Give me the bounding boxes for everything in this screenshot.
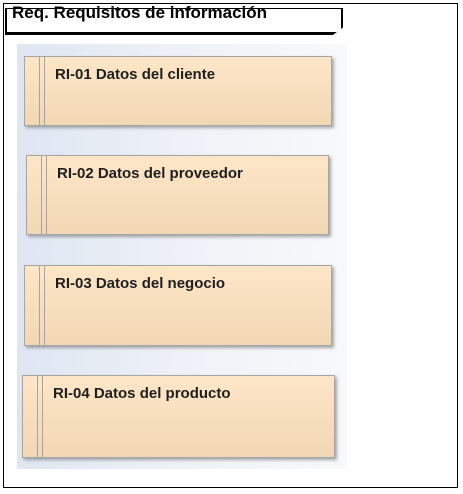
requirement-label: RI-04 Datos del producto xyxy=(53,385,231,402)
requirement-stripe xyxy=(44,57,45,125)
requirement-stripe xyxy=(37,376,38,457)
requirement-label: RI-02 Datos del proveedor xyxy=(57,165,243,182)
requirement-stripe xyxy=(42,376,43,457)
requirement-stripe xyxy=(41,156,42,234)
requirement-label: RI-01 Datos del cliente xyxy=(55,66,216,83)
requirement-stripe xyxy=(44,266,45,345)
requirement-stripe xyxy=(39,57,40,125)
requirement-label: RI-03 Datos del negocio xyxy=(55,275,226,292)
requirement-ri-02[interactable]: RI-02 Datos del proveedor xyxy=(26,155,329,235)
requirement-stripe xyxy=(46,156,47,234)
requirement-ri-03[interactable]: RI-03 Datos del negocio xyxy=(24,265,332,346)
requirement-ri-04[interactable]: RI-04 Datos del producto xyxy=(22,375,335,458)
diagram-title: Req. Requisitos de información xyxy=(12,3,268,22)
requirement-ri-01[interactable]: RI-01 Datos del cliente xyxy=(24,56,332,126)
requirement-stripe xyxy=(39,266,40,345)
